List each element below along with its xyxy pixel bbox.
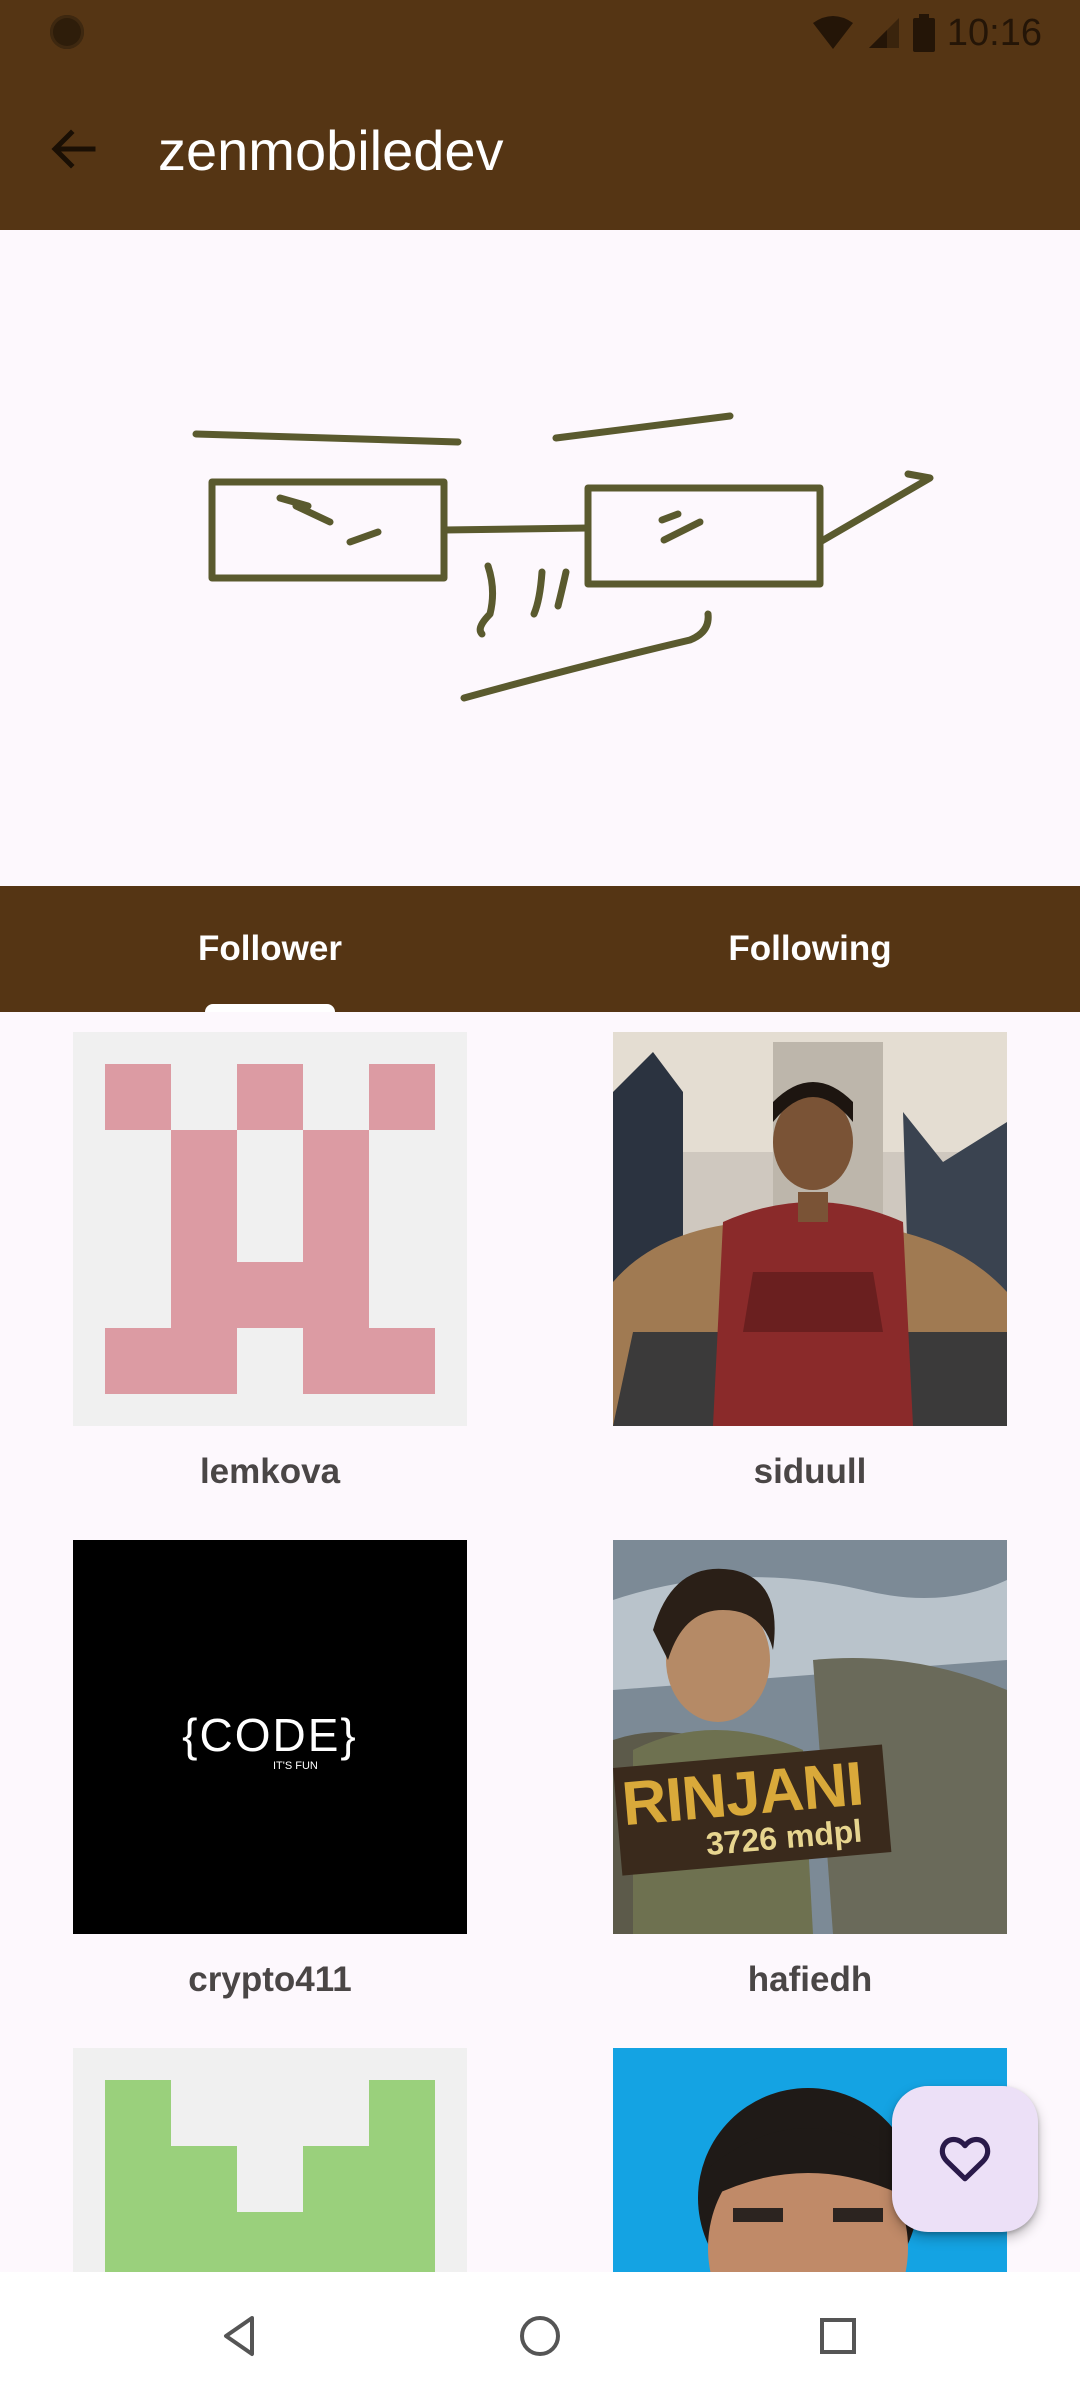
battery-icon (912, 14, 935, 52)
home-circle-icon (520, 2316, 560, 2356)
nav-back-button[interactable] (200, 2296, 280, 2376)
back-button[interactable] (36, 112, 110, 186)
username: crypto411 (188, 1960, 352, 1999)
tab-bar: Follower Following (0, 886, 1080, 1012)
arrow-left-icon (51, 129, 96, 169)
status-icons: 10:16 (811, 8, 1042, 58)
avatar (73, 1032, 467, 1426)
camera-cutout (50, 15, 84, 49)
page-title: zenmobiledev (158, 119, 504, 182)
back-triangle-icon (224, 2316, 254, 2356)
username: siduull (753, 1452, 867, 1491)
app-toolbar: zenmobiledev (0, 66, 1080, 230)
tab-follower[interactable]: Follower (0, 886, 540, 1012)
tab-indicator (205, 1004, 335, 1012)
nav-home-button[interactable] (500, 2296, 580, 2376)
avatar (73, 2048, 467, 2272)
username: hafiedh (747, 1960, 873, 1999)
code-logo-subtext: IT'S FUN (273, 1760, 318, 1772)
status-time: 10:16 (946, 11, 1042, 54)
nav-recents-button[interactable] (798, 2296, 878, 2376)
wifi-icon (812, 16, 853, 49)
code-logo-text: {CODE} (182, 1709, 358, 1761)
heart-outline-icon (939, 2136, 991, 2182)
avatar: RINJANI 3726 mdpl (613, 1540, 1007, 1934)
profile-avatar (0, 230, 1080, 886)
signal-icon (868, 18, 899, 48)
tab-following[interactable]: Following (540, 886, 1080, 1012)
favorite-button[interactable] (892, 2086, 1038, 2232)
system-nav-bar (0, 2272, 1080, 2400)
avatar: {CODE} IT'S FUN (73, 1540, 467, 1934)
follower-grid: lemkova siduull {CODE} IT'S FUN crypto41… (0, 1012, 1080, 2272)
recents-square-icon (820, 2318, 856, 2354)
avatar (613, 1032, 1007, 1426)
glasses-drawing (192, 412, 934, 702)
username: lemkova (199, 1452, 341, 1491)
status-bar: 10:16 (0, 0, 1080, 66)
